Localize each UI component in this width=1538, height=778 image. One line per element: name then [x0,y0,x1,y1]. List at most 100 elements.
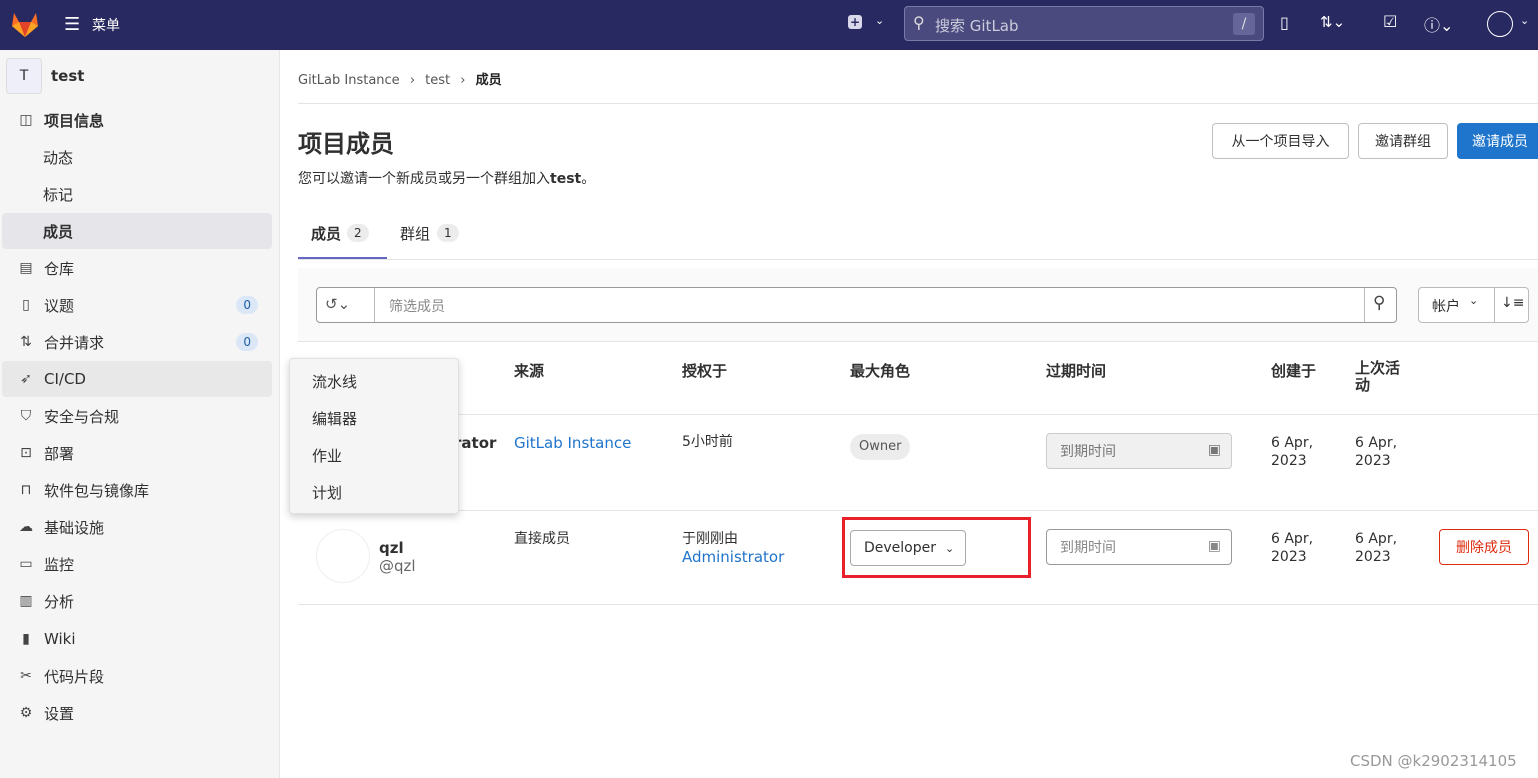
watermark: CSDN @k2902314105 [1350,752,1517,770]
doc-icon: ▤ [19,260,33,276]
sidebar-item-label: 设置 [44,704,75,723]
sidebar-item[interactable]: 成员 [2,213,272,249]
sidebar-item[interactable]: ⊓ 软件包与镜像库 [2,472,272,508]
sidebar-item[interactable]: ▭ 监控 [2,546,272,582]
member-username: @qzl [379,557,416,575]
sidebar-item[interactable]: ⊡ 部署 [2,435,272,471]
help-icon[interactable]: ⓘ⌄ [1424,12,1453,36]
sidebar-item[interactable]: ☁ 基础设施 [2,509,272,545]
role-dropdown[interactable]: Developer ⌄ [850,530,966,566]
invite-group-button[interactable]: 邀请群组 [1358,123,1448,159]
flyout-item-jobs[interactable]: 作业 [312,445,342,466]
expiry-date-input[interactable]: 到期时间 ▣ [1046,529,1232,565]
sidebar-item[interactable]: 动态 [2,139,272,175]
avatar[interactable] [316,529,370,583]
chevron-down-icon: ⌄ [945,541,955,555]
tab-members[interactable]: 成员 2 [298,214,387,259]
hamburger-icon[interactable]: ☰ [64,14,80,35]
source-link[interactable]: GitLab Instance [514,434,631,452]
sidebar-item-label: 代码片段 [44,667,105,686]
sidebar-item-label: 安全与合规 [44,407,120,426]
column-header: 上次活动 [1355,359,1401,394]
flyout-item-schedules[interactable]: 计划 [312,482,342,503]
sort-dropdown[interactable]: 帐户 ⌄ ↓≡ [1418,287,1529,323]
created-at: 6 Apr, 2023 [1271,435,1314,469]
monitor-icon: ▭ [19,556,33,572]
column-header: 过期时间 [1046,362,1107,380]
last-activity: 6 Apr, 2023 [1355,435,1398,469]
import-button[interactable]: 从一个项目导入 [1212,123,1349,159]
merge-request-icon[interactable]: ⇅⌄ [1320,13,1345,31]
breadcrumb: GitLab Instance › test › 成员 [298,73,502,88]
sort-direction-icon[interactable]: ↓≡ [1501,295,1524,311]
count-badge: 0 [236,333,258,351]
sidebar-item-label: 部署 [44,444,75,463]
avatar[interactable] [1487,11,1513,37]
breadcrumb-item[interactable]: test [425,73,450,88]
sidebar-item-label: 仓库 [44,259,75,278]
cloud-icon: ☁ [19,519,33,535]
sidebar-item-label: 成员 [43,222,74,241]
remove-member-button[interactable]: 删除成员 [1439,529,1529,565]
last-activity: 6 Apr, 2023 [1355,531,1398,565]
sidebar-item[interactable]: ⛉ 安全与合规 [2,398,272,434]
sidebar-item[interactable]: ⚙ 设置 [2,695,272,731]
project-avatar: T [6,58,42,94]
sidebar-item[interactable]: ▮ Wiki [2,621,272,657]
sidebar: T test ◫ 项目信息 动态 标记 成员 ▤ 仓库 ▯ 议题 0 ⇅ 合并请求 0 ➶ CI/CD ⛉ 安全… [0,50,280,778]
sidebar-item[interactable]: ▤ 仓库 [2,250,272,286]
info-icon: ◫ [19,112,33,128]
sidebar-item-label: 项目信息 [44,111,105,130]
cicd-flyout-menu: 流水线 编辑器 作业 计划 [289,358,459,514]
breadcrumb-item[interactable]: GitLab Instance [298,73,400,88]
sidebar-item[interactable]: ➶ CI/CD [2,361,272,397]
flyout-item-pipelines[interactable]: 流水线 [312,371,357,392]
sidebar-item[interactable]: 标记 [2,176,272,212]
invite-member-button[interactable]: 邀请成员 [1457,123,1538,159]
filter-bar: ↺⌄ 筛选成员 ⚲ 帐户 ⌄ ↓≡ [298,268,1538,342]
search-input[interactable]: ⚲ 搜索 GitLab / [904,6,1264,41]
sidebar-item[interactable]: ✂ 代码片段 [2,658,272,694]
snippet-icon: ✂ [20,668,32,684]
calendar-icon: ▣ [1207,442,1221,458]
issues-icon[interactable]: ▯ [1280,13,1289,32]
source: 直接成员 [514,531,570,547]
search-icon: ⚲ [913,13,925,32]
member-name[interactable]: qzl [379,539,404,557]
sidebar-item-label: 合并请求 [44,333,105,352]
chevron-down-icon[interactable]: ⌄ [875,14,884,27]
new-icon[interactable]: + [848,15,862,29]
column-header: 来源 [514,362,545,380]
chevron-down-icon[interactable]: ⌄ [1520,14,1529,27]
book-icon: ▮ [22,631,30,647]
sidebar-item[interactable]: ▥ 分析 [2,583,272,619]
flyout-item-editor[interactable]: 编辑器 [312,408,357,429]
column-header: 授权于 [682,362,728,380]
role-badge: Owner [850,434,911,460]
sidebar-item-label: 软件包与镜像库 [44,481,150,500]
project-name[interactable]: test [51,67,84,85]
gitlab-logo-icon[interactable] [10,10,40,38]
sidebar-item-label: 监控 [44,555,75,574]
granted-at: 5小时前 [682,434,733,450]
history-icon[interactable]: ↺⌄ [325,295,350,313]
sidebar-item[interactable]: ◫ 项目信息 [2,102,272,138]
page-title: 项目成员 [298,130,394,158]
todo-icon[interactable]: ☑ [1383,12,1397,31]
search-placeholder: 搜索 GitLab [935,17,1019,35]
count-badge: 0 [236,296,258,314]
calendar-icon: ▣ [1207,538,1221,554]
filter-input[interactable]: ↺⌄ 筛选成员 ⚲ [316,287,1397,323]
granted-by-link[interactable]: Administrator [682,548,784,566]
sidebar-item[interactable]: ⇅ 合并请求 0 [2,324,272,360]
sidebar-item-label: Wiki [44,630,76,648]
created-at: 6 Apr, 2023 [1271,531,1314,565]
search-icon[interactable]: ⚲ [1373,293,1385,313]
rocket-icon: ➶ [20,371,32,387]
menu-button[interactable]: 菜单 [92,15,120,35]
gear-icon: ⚙ [19,705,33,721]
sidebar-item[interactable]: ▯ 议题 0 [2,287,272,323]
sidebar-item-label: 动态 [43,148,74,167]
breadcrumb-current: 成员 [475,73,502,88]
expiry-date-field: 到期时间 ▣ [1046,433,1232,469]
